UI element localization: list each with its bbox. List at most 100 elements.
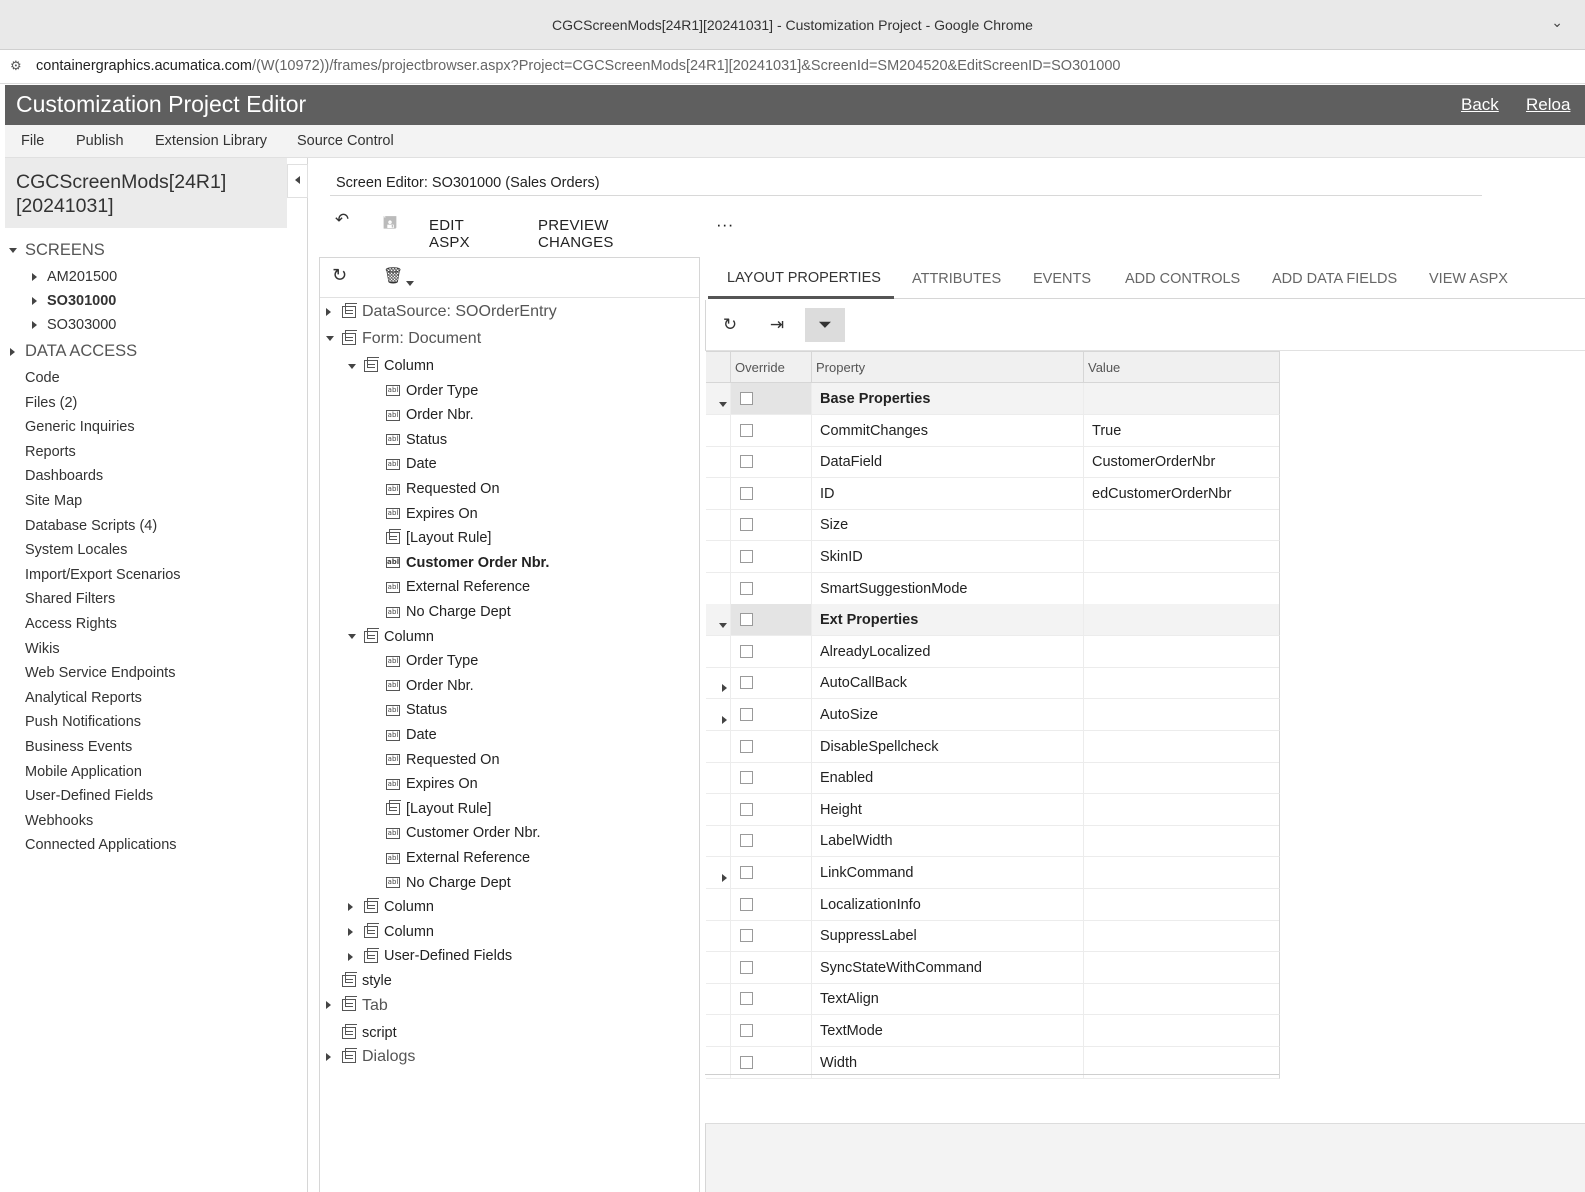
grid-row[interactable]: LinkCommand: [706, 857, 1280, 889]
sidebar-item[interactable]: Dashboards: [25, 468, 103, 484]
tree-node[interactable]: abl Customer Order Nbr.: [370, 552, 549, 574]
expanded-arrow-icon[interactable]: [348, 626, 364, 648]
tree-node[interactable]: Form: Document: [326, 328, 481, 350]
tree-node[interactable]: Column: [348, 921, 434, 943]
filter-icon[interactable]: ⏷: [805, 308, 845, 342]
expanded-arrow-icon[interactable]: [719, 396, 727, 414]
column-header-property[interactable]: Property: [816, 360, 865, 375]
override-checkbox[interactable]: [740, 834, 753, 848]
tree-node[interactable]: abl Expires On: [370, 503, 478, 525]
grid-row[interactable]: TextMode: [706, 1015, 1280, 1047]
column-header-value[interactable]: Value: [1088, 360, 1120, 375]
grid-group-row[interactable]: Base Properties: [706, 383, 1280, 415]
tree-node[interactable]: abl External Reference: [370, 847, 530, 869]
tree-node[interactable]: abl Date: [370, 453, 437, 475]
collapsed-arrow-icon[interactable]: [348, 921, 364, 943]
override-checkbox[interactable]: [740, 613, 753, 627]
menu-extension-library[interactable]: Extension Library: [155, 133, 267, 149]
grid-row[interactable]: AutoCallBack: [706, 667, 1280, 700]
sidebar-item[interactable]: Webhooks: [25, 813, 93, 829]
sidebar-screen-so301000[interactable]: SO301000: [32, 293, 116, 309]
grid-row[interactable]: SuppressLabel: [706, 920, 1280, 953]
sidebar-item[interactable]: Site Map: [25, 493, 82, 509]
override-checkbox[interactable]: [740, 866, 753, 879]
override-checkbox[interactable]: [740, 581, 753, 595]
grid-row[interactable]: TextAlign: [706, 983, 1280, 1016]
tree-node[interactable]: [Layout Rule]: [370, 798, 491, 820]
override-checkbox[interactable]: [740, 929, 753, 943]
override-checkbox[interactable]: [740, 392, 753, 405]
grid-group-row[interactable]: Ext Properties: [706, 604, 1280, 637]
tab-add-controls[interactable]: ADD CONTROLS: [1125, 271, 1240, 287]
collapsed-arrow-icon[interactable]: [326, 1046, 342, 1068]
tree-node[interactable]: Tab: [326, 995, 388, 1017]
sidebar-item[interactable]: System Locales: [25, 542, 127, 558]
grid-row[interactable]: Enabled: [706, 762, 1280, 795]
sidebar-screen-so303000[interactable]: SO303000: [32, 317, 116, 333]
tree-node[interactable]: Column: [348, 626, 434, 648]
grid-row[interactable]: SmartSuggestionMode: [706, 572, 1280, 605]
sidebar-item[interactable]: Shared Filters: [25, 591, 115, 607]
undo-icon[interactable]: ↶: [328, 210, 356, 238]
tree-node[interactable]: Column: [348, 355, 434, 377]
tree-node[interactable]: abl Order Type: [370, 650, 478, 672]
grid-row[interactable]: DataField CustomerOrderNbr: [706, 446, 1280, 479]
tree-node[interactable]: abl Order Nbr.: [370, 404, 474, 426]
tree-node[interactable]: abl No Charge Dept: [370, 872, 511, 894]
grid-row[interactable]: LocalizationInfo: [706, 888, 1280, 921]
tree-node[interactable]: User-Defined Fields: [348, 945, 512, 967]
tree-node[interactable]: abl Status: [370, 429, 447, 451]
sidebar-item[interactable]: Analytical Reports: [25, 690, 142, 706]
grid-row[interactable]: DisableSpellcheck: [706, 730, 1280, 763]
refresh-icon[interactable]: ↻: [710, 308, 750, 342]
override-checkbox[interactable]: [740, 1024, 753, 1037]
override-checkbox[interactable]: [740, 897, 753, 911]
expanded-arrow-icon[interactable]: [719, 617, 727, 635]
preview-changes-button[interactable]: PREVIEW CHANGES: [538, 217, 614, 251]
more-options-button[interactable]: ···: [716, 215, 734, 235]
chevron-down-icon[interactable]: ⌄: [1551, 14, 1563, 31]
tree-node[interactable]: script: [326, 1022, 397, 1044]
grid-row[interactable]: ID edCustomerOrderNbr: [706, 477, 1280, 510]
override-checkbox[interactable]: [740, 708, 753, 721]
override-checkbox[interactable]: [740, 992, 753, 1006]
override-checkbox[interactable]: [740, 455, 753, 469]
override-checkbox[interactable]: [740, 960, 753, 974]
url-text[interactable]: containergraphics.acumatica.com/(W(10972…: [36, 58, 1120, 74]
override-checkbox[interactable]: [740, 644, 753, 658]
tree-node[interactable]: abl Order Type: [370, 380, 478, 402]
grid-row[interactable]: AutoSize: [706, 699, 1280, 731]
tree-node[interactable]: abl Expires On: [370, 773, 478, 795]
collapsed-arrow-icon[interactable]: [722, 679, 727, 697]
sidebar-item[interactable]: Wikis: [25, 641, 60, 657]
property-value[interactable]: CustomerOrderNbr: [1092, 454, 1215, 470]
tree-node[interactable]: abl No Charge Dept: [370, 601, 511, 623]
collapsed-arrow-icon[interactable]: [326, 301, 342, 323]
collapsed-arrow-icon[interactable]: [326, 995, 342, 1017]
tree-node[interactable]: DataSource: SOOrderEntry: [326, 301, 557, 323]
delete-dropdown-icon[interactable]: [406, 275, 414, 293]
grid-row[interactable]: SyncStateWithCommand: [706, 951, 1280, 984]
grid-row[interactable]: LabelWidth: [706, 825, 1280, 858]
override-checkbox[interactable]: [740, 739, 753, 753]
refresh-icon[interactable]: ↻: [332, 265, 347, 286]
sidebar-item[interactable]: Generic Inquiries: [25, 419, 135, 435]
sidebar-item[interactable]: Reports: [25, 444, 76, 460]
sidebar-item[interactable]: Connected Applications: [25, 837, 177, 853]
tree-node[interactable]: abl External Reference: [370, 576, 530, 598]
tab-view-aspx[interactable]: VIEW ASPX: [1429, 271, 1508, 287]
override-checkbox[interactable]: [740, 486, 753, 500]
sidebar-item[interactable]: Web Service Endpoints: [25, 665, 175, 681]
override-checkbox[interactable]: [740, 1055, 753, 1069]
override-checkbox[interactable]: [740, 676, 753, 690]
override-checkbox[interactable]: [740, 771, 753, 785]
tree-node[interactable]: abl Customer Order Nbr.: [370, 822, 541, 844]
sidebar-item[interactable]: Import/Export Scenarios: [25, 567, 181, 583]
grid-row[interactable]: Height: [706, 793, 1280, 826]
tree-node[interactable]: Column: [348, 896, 434, 918]
tree-node[interactable]: [Layout Rule]: [370, 527, 491, 549]
tree-node[interactable]: style: [326, 970, 392, 992]
reload-link[interactable]: Reloa: [1526, 95, 1570, 115]
property-value[interactable]: edCustomerOrderNbr: [1092, 486, 1231, 502]
grid-row[interactable]: CommitChanges True: [706, 414, 1280, 447]
